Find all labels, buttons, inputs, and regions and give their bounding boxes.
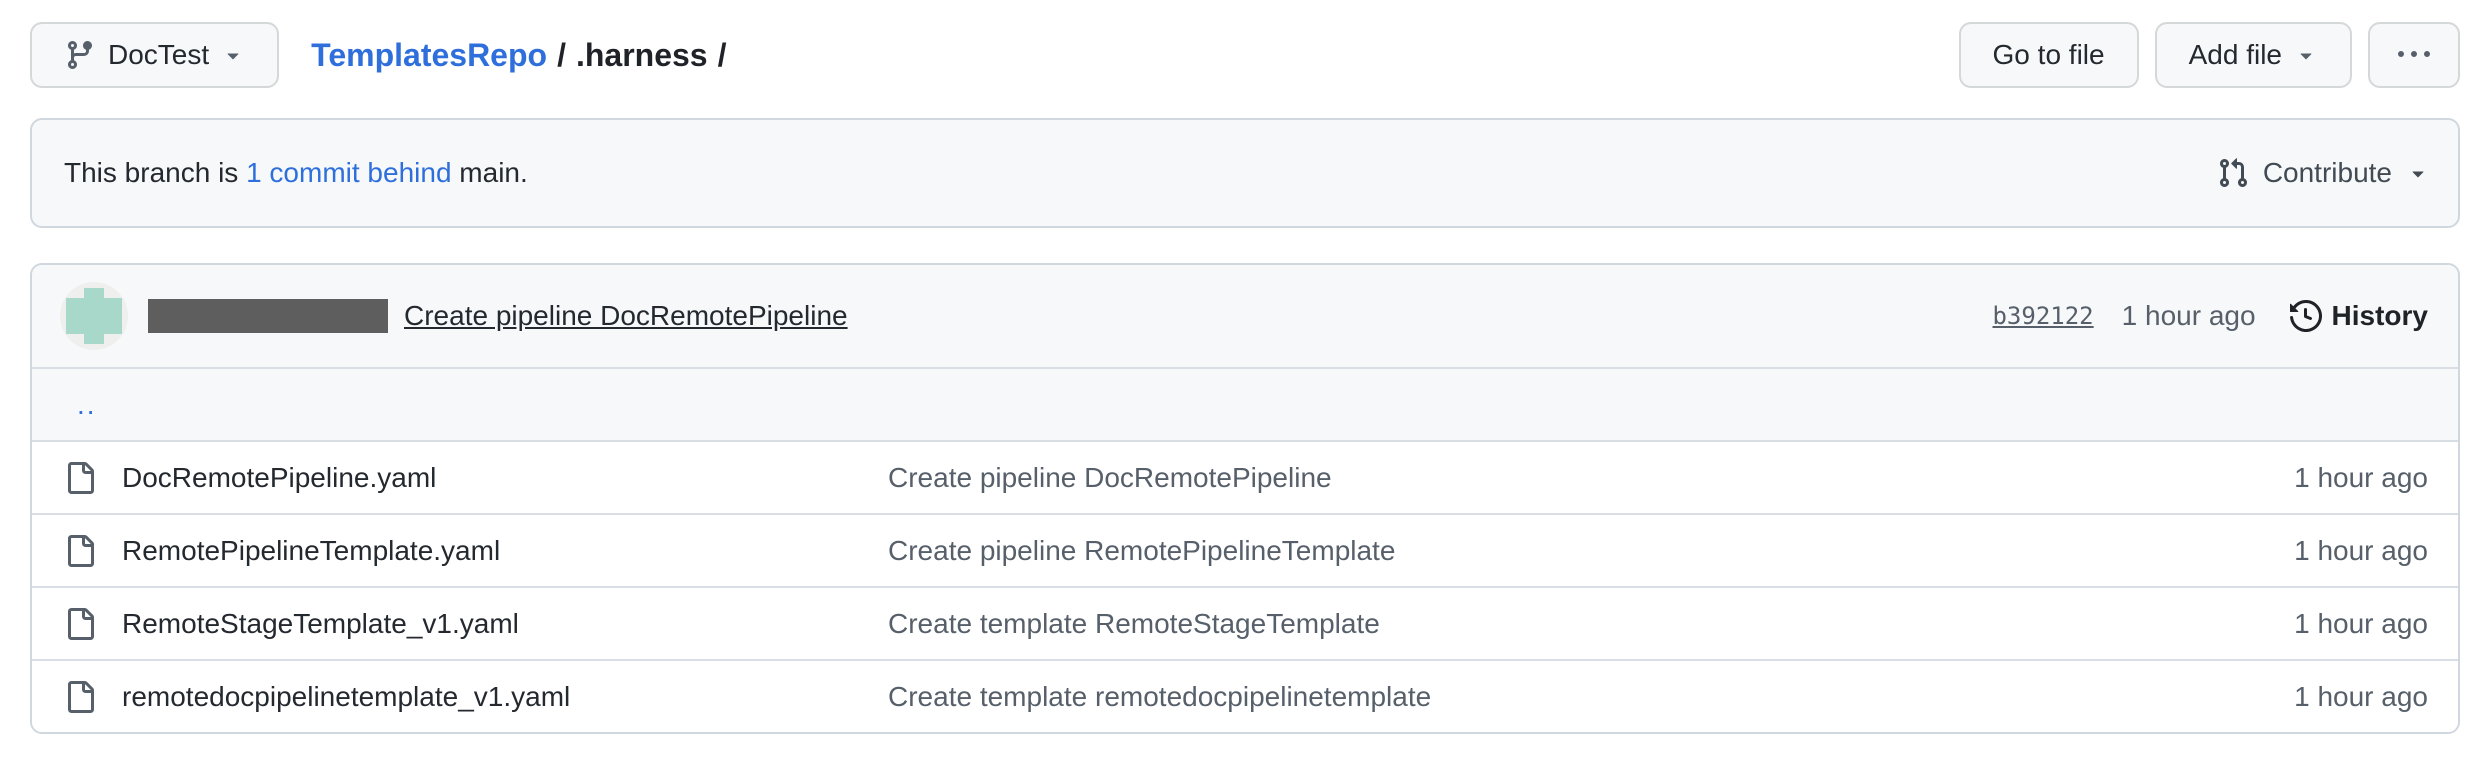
file-name-cell: DocRemotePipeline.yaml	[32, 462, 888, 494]
redacted-author-name	[148, 299, 388, 333]
row-commit-message-link[interactable]: Create template remotedocpipelinetemplat…	[888, 681, 1431, 712]
row-commit-message-link[interactable]: Create pipeline RemotePipelineTemplate	[888, 535, 1395, 566]
file-browser: Create pipeline DocRemotePipeline b39212…	[30, 263, 2460, 734]
commit-timestamp: 1 hour ago	[2122, 300, 2256, 332]
parent-directory-row[interactable]: ..	[32, 367, 2458, 440]
row-commit-message-link[interactable]: Create template RemoteStageTemplate	[888, 608, 1380, 639]
chevron-down-icon	[221, 43, 245, 67]
file-name-cell: RemoteStageTemplate_v1.yaml	[32, 608, 888, 640]
more-options-button[interactable]	[2368, 22, 2460, 88]
file-age: 1 hour ago	[2138, 462, 2458, 494]
table-row[interactable]: RemotePipelineTemplate.yaml Create pipel…	[32, 513, 2458, 586]
breadcrumb-separator: /	[718, 37, 727, 74]
chevron-down-icon	[2406, 161, 2430, 185]
contribute-button[interactable]: Contribute	[2217, 157, 2430, 189]
breadcrumb-repo-link[interactable]: TemplatesRepo	[311, 37, 547, 74]
file-age: 1 hour ago	[2138, 608, 2458, 640]
file-icon	[64, 462, 96, 494]
file-age: 1 hour ago	[2138, 681, 2458, 713]
file-name-link[interactable]: DocRemotePipeline.yaml	[122, 462, 436, 494]
file-name-link[interactable]: remotedocpipelinetemplate_v1.yaml	[122, 681, 570, 713]
commits-behind-link[interactable]: 1 commit behind	[246, 157, 451, 188]
file-name-cell: remotedocpipelinetemplate_v1.yaml	[32, 681, 888, 713]
latest-commit-header: Create pipeline DocRemotePipeline b39212…	[32, 265, 2458, 367]
table-row[interactable]: remotedocpipelinetemplate_v1.yaml Create…	[32, 659, 2458, 732]
commit-message-cell: Create pipeline DocRemotePipeline	[888, 462, 2138, 494]
table-row[interactable]: RemoteStageTemplate_v1.yaml Create templ…	[32, 586, 2458, 659]
file-name-link[interactable]: RemotePipelineTemplate.yaml	[122, 535, 500, 567]
commit-message-cell: Create template RemoteStageTemplate	[888, 608, 2138, 640]
history-link[interactable]: History	[2290, 300, 2428, 332]
branch-selector-button[interactable]: DocTest	[30, 22, 279, 88]
banner-text: This branch is 1 commit behind main.	[64, 157, 528, 189]
commit-meta: b392122 1 hour ago History	[1992, 300, 2428, 332]
commit-message-cell: Create template remotedocpipelinetemplat…	[888, 681, 2138, 713]
avatar[interactable]	[60, 282, 128, 350]
parent-directory-link[interactable]: ..	[77, 389, 97, 421]
branch-name: DocTest	[108, 39, 209, 71]
repo-toolbar: DocTest TemplatesRepo / .harness / Go to…	[30, 22, 2460, 88]
add-file-button[interactable]: Add file	[2155, 22, 2352, 88]
file-icon	[64, 608, 96, 640]
row-commit-message-link[interactable]: Create pipeline DocRemotePipeline	[888, 462, 1332, 493]
file-icon	[64, 681, 96, 713]
chevron-down-icon	[2294, 43, 2318, 67]
history-label: History	[2332, 300, 2428, 332]
contribute-label: Contribute	[2263, 157, 2392, 189]
commit-hash-link[interactable]: b392122	[1992, 302, 2093, 330]
git-branch-icon	[64, 39, 96, 71]
file-name-cell: RemotePipelineTemplate.yaml	[32, 535, 888, 567]
banner-text-suffix: main.	[459, 157, 527, 188]
breadcrumb-path: .harness	[576, 37, 708, 74]
go-to-file-button[interactable]: Go to file	[1959, 22, 2139, 88]
commit-message-link[interactable]: Create pipeline DocRemotePipeline	[404, 300, 848, 332]
banner-text-prefix: This branch is	[64, 157, 238, 188]
breadcrumb-separator: /	[557, 37, 566, 74]
commit-message-cell: Create pipeline RemotePipelineTemplate	[888, 535, 2138, 567]
breadcrumb: TemplatesRepo / .harness /	[311, 37, 726, 74]
git-pull-request-icon	[2217, 157, 2249, 189]
add-file-label: Add file	[2189, 39, 2282, 71]
table-row[interactable]: DocRemotePipeline.yaml Create pipeline D…	[32, 440, 2458, 513]
file-icon	[64, 535, 96, 567]
kebab-horizontal-icon	[2398, 39, 2430, 71]
toolbar-actions: Go to file Add file	[1959, 22, 2460, 88]
branch-status-banner: This branch is 1 commit behind main. Con…	[30, 118, 2460, 228]
file-age: 1 hour ago	[2138, 535, 2458, 567]
file-name-link[interactable]: RemoteStageTemplate_v1.yaml	[122, 608, 519, 640]
history-clock-icon	[2290, 300, 2322, 332]
